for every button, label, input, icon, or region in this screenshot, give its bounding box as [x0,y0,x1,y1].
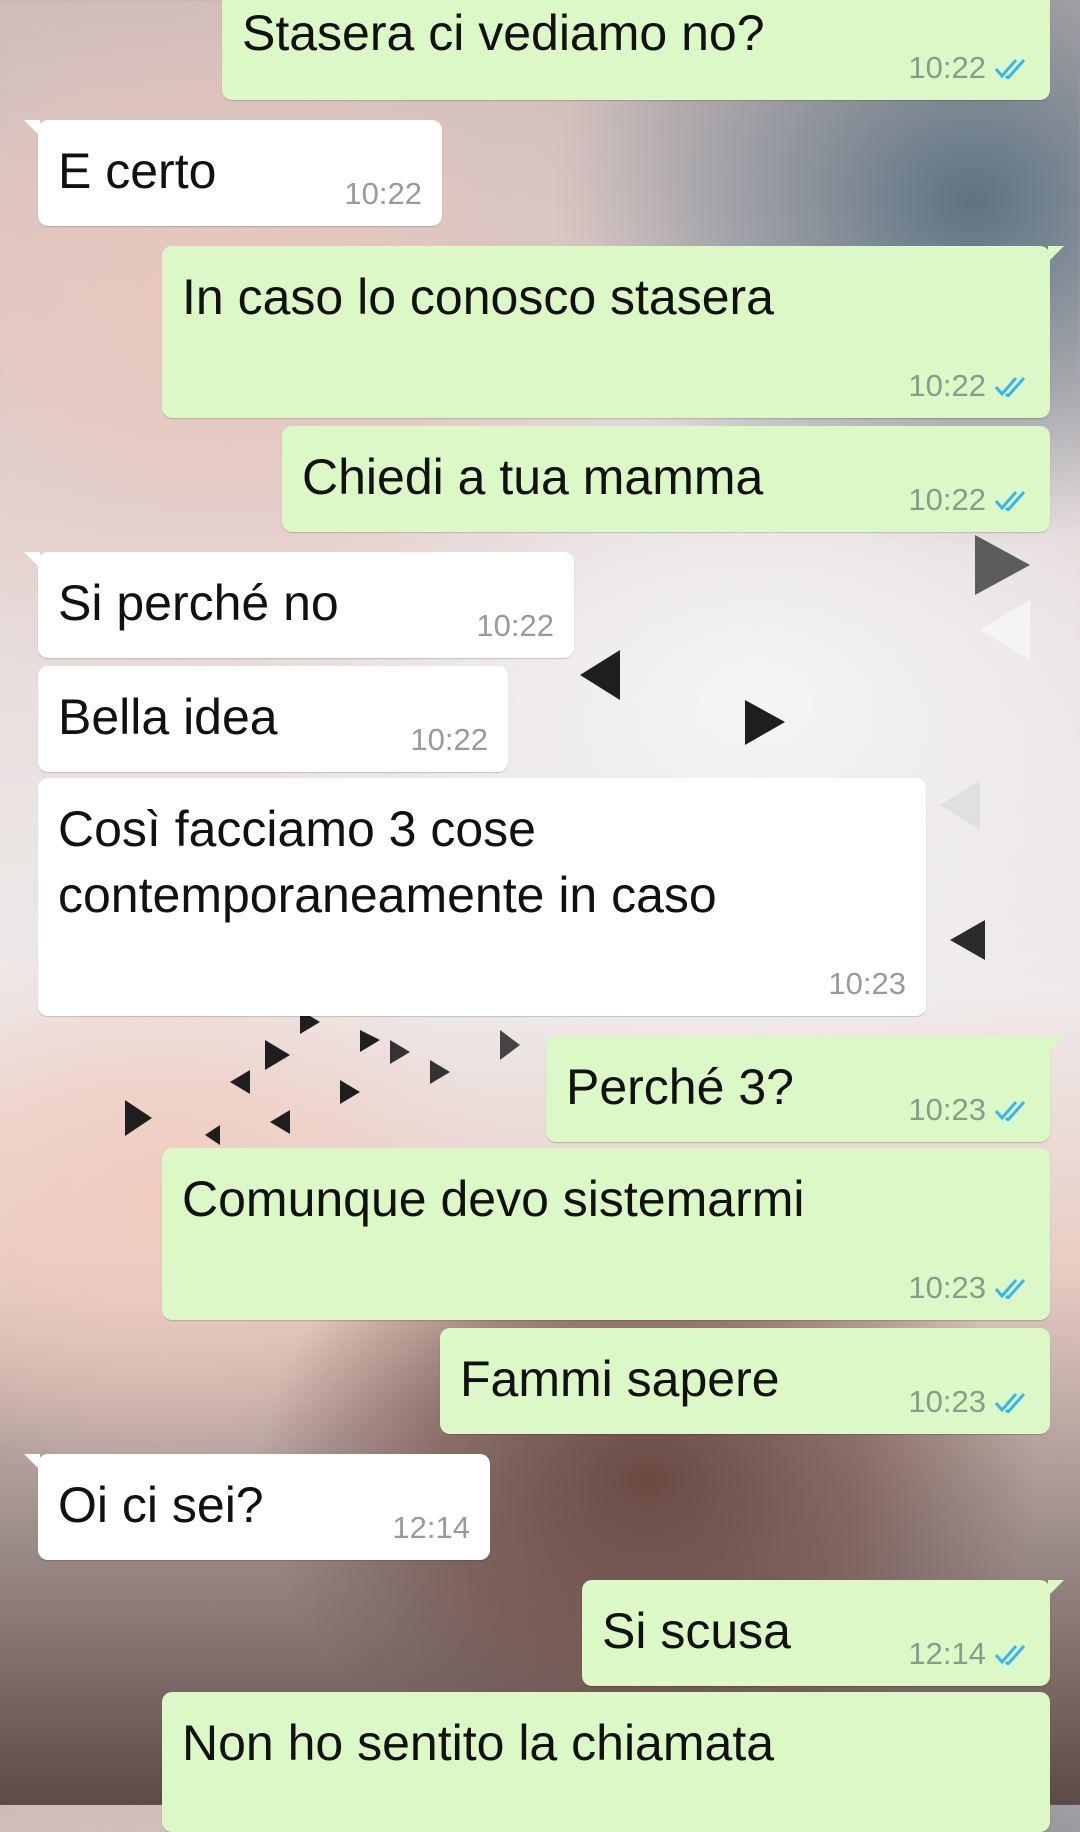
message-bubble-incoming[interactable]: E certo 10:22 [24,120,442,226]
message-time: 10:22 [908,482,986,517]
chat-conversation: Stasera ci vediamo no? 10:22 E certo 10:… [0,0,1080,1832]
message-meta: 10:22 [476,608,554,644]
message-meta: 10:23 [828,966,906,1002]
message-time: 10:22 [908,368,986,403]
message-time: 10:23 [828,966,906,1001]
message-meta: 10:22 [908,368,1030,404]
message-time: 10:22 [908,50,986,85]
message-time: 10:22 [344,176,422,211]
message-meta: 10:22 [410,722,488,758]
message-bubble-outgoing[interactable]: In caso lo conosco stasera 10:22 [162,246,1064,418]
message-meta: 12:14 [908,1636,1030,1672]
double-check-read-icon [994,1393,1026,1413]
message-text: Così facciamo 3 cose contemporaneamente … [58,801,717,923]
message-bubble-outgoing[interactable]: Comunque devo sistemarmi 10:23 [162,1148,1050,1320]
message-meta: 10:22 [344,176,422,212]
message-time: 10:22 [410,722,488,757]
message-meta: 12:14 [392,1510,470,1546]
message-meta: 10:23 [908,1270,1030,1306]
message-bubble-outgoing[interactable]: Si scusa 12:14 [582,1580,1064,1686]
message-meta: 10:23 [908,1092,1030,1128]
message-time: 10:23 [908,1384,986,1419]
message-bubble-incoming[interactable]: Bella idea 10:22 [38,666,508,772]
message-bubble-outgoing[interactable]: Perché 3? 10:23 [546,1036,1064,1142]
message-meta: 10:22 [908,50,1030,86]
message-time: 12:14 [392,1510,470,1545]
message-bubble-incoming[interactable]: Oi ci sei? 12:14 [24,1454,490,1560]
message-bubble-outgoing[interactable]: Fammi sapere 10:23 [440,1328,1050,1434]
message-time: 10:23 [908,1092,986,1127]
message-text: Non ho sentito la chiamata [182,1715,775,1771]
message-time: 10:23 [908,1270,986,1305]
message-time: 12:14 [908,1636,986,1671]
double-check-read-icon [994,1645,1026,1665]
double-check-read-icon [994,59,1026,79]
message-bubble-incoming[interactable]: Si perché no 10:22 [24,552,574,658]
message-time: 10:22 [476,608,554,643]
message-meta: 10:22 [908,482,1030,518]
message-bubble-outgoing[interactable]: Non ho sentito la chiamata [162,1692,1050,1832]
message-bubble-outgoing[interactable]: Stasera ci vediamo no? 10:22 [222,0,1050,100]
double-check-read-icon [994,377,1026,397]
double-check-read-icon [994,491,1026,511]
double-check-read-icon [994,1279,1026,1299]
message-text: Comunque devo sistemarmi [182,1171,805,1227]
message-text: In caso lo conosco stasera [182,269,774,325]
message-bubble-incoming[interactable]: Così facciamo 3 cose contemporaneamente … [38,778,926,1016]
message-bubble-outgoing[interactable]: Chiedi a tua mamma 10:22 [282,426,1050,532]
double-check-read-icon [994,1101,1026,1121]
message-meta: 10:23 [908,1384,1030,1420]
